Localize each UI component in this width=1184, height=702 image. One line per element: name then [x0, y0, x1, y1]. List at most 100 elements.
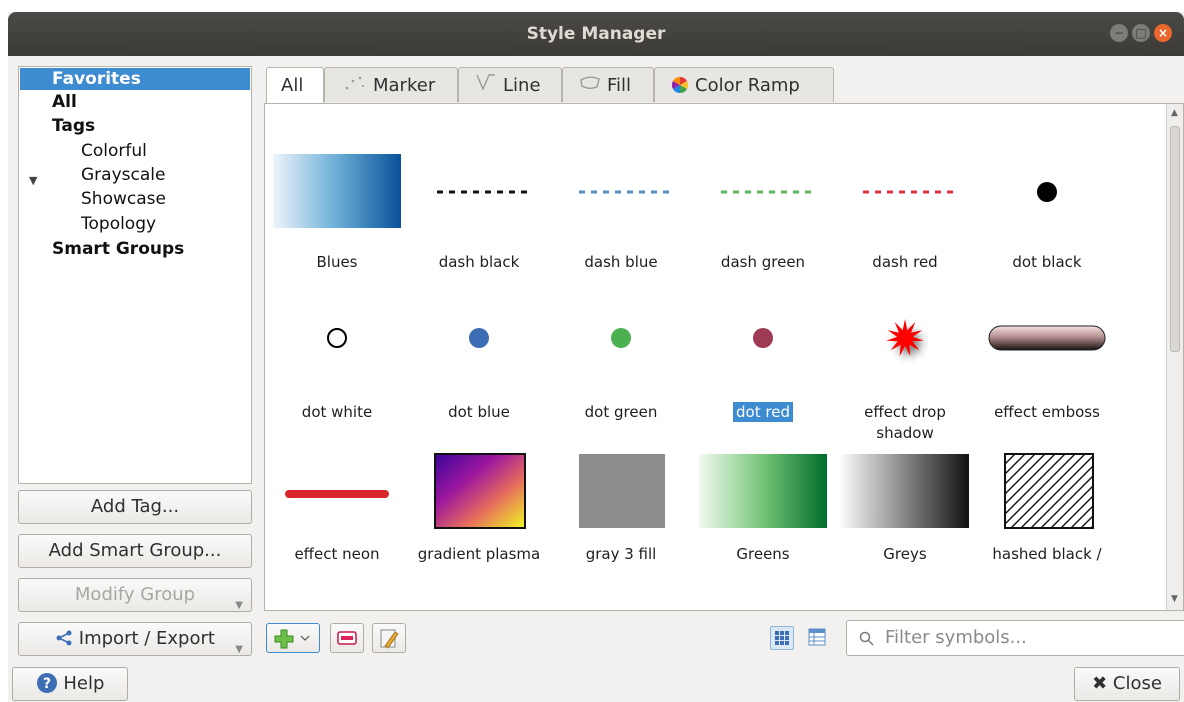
- tree-item-colorful[interactable]: Colorful: [81, 140, 147, 162]
- symbol-item[interactable]: dot red: [693, 266, 833, 426]
- expand-arrow-icon[interactable]: ▼: [29, 174, 37, 187]
- color-ramp-icon: [671, 68, 689, 104]
- symbol-item[interactable]: Blues: [267, 116, 407, 276]
- symbol-preview: [267, 266, 407, 386]
- symbol-item[interactable]: dash blue: [551, 116, 691, 276]
- symbol-preview: [693, 116, 833, 236]
- symbol-name: dot red: [733, 402, 793, 422]
- help-button[interactable]: ? Help: [12, 667, 128, 701]
- symbol-preview: [267, 436, 407, 556]
- symbol-item[interactable]: effect drop shadow: [835, 266, 975, 442]
- chevron-down-icon: ▼: [235, 600, 243, 611]
- symbol-label: effect emboss: [977, 402, 1117, 423]
- symbol-preview: [835, 116, 975, 236]
- help-label: Help: [63, 673, 105, 694]
- add-symbol-button[interactable]: [266, 623, 320, 653]
- symbol-preview: [977, 116, 1117, 236]
- tab-all-label: All: [281, 75, 304, 96]
- tree-item-showcase[interactable]: Showcase: [81, 188, 166, 210]
- title-bar: Style Manager − □ ×: [8, 12, 1184, 56]
- close-window-button[interactable]: ×: [1154, 24, 1172, 42]
- filter-symbols-input[interactable]: Filter symbols...: [846, 620, 1184, 656]
- symbol-item[interactable]: Greens: [693, 436, 833, 596]
- scrollbar-thumb[interactable]: [1170, 126, 1180, 352]
- tree-item-grayscale[interactable]: Grayscale: [81, 164, 165, 186]
- marker-icon: [343, 68, 367, 104]
- fill-icon: [579, 68, 601, 104]
- symbol-label: Greens: [693, 544, 833, 565]
- search-icon: [859, 631, 874, 646]
- symbol-item[interactable]: effect neon: [267, 436, 407, 596]
- symbol-name: Greens: [736, 545, 790, 563]
- symbol-item[interactable]: dash black: [409, 116, 549, 276]
- tab-line[interactable]: Line: [458, 67, 562, 102]
- add-smart-group-button[interactable]: Add Smart Group...: [18, 534, 252, 568]
- symbol-item[interactable]: dot black: [977, 116, 1117, 276]
- symbol-name: gray 3 fill: [585, 545, 657, 563]
- tree-item-favorites[interactable]: Favorites: [20, 68, 250, 90]
- close-label: Close: [1112, 673, 1162, 694]
- minimize-button[interactable]: −: [1110, 24, 1128, 42]
- symbol-item[interactable]: effect emboss: [977, 266, 1117, 426]
- symbol-preview: [977, 266, 1117, 386]
- symbol-label: dot red: [693, 402, 833, 423]
- window-title: Style Manager: [526, 24, 666, 44]
- symbol-item[interactable]: gradient plasma: [409, 436, 549, 596]
- symbol-label: dot green: [551, 402, 691, 423]
- icon-view-icon: [775, 631, 789, 645]
- modify-group-label: Modify Group: [74, 584, 196, 605]
- symbol-preview: [551, 266, 691, 386]
- symbol-label: dot white: [267, 402, 407, 423]
- tab-color-ramp-label: Color Ramp: [695, 75, 800, 96]
- modify-group-button[interactable]: Modify Group ▼: [18, 578, 252, 612]
- symbol-item[interactable]: hashed black /: [977, 436, 1117, 596]
- symbol-name: effect neon: [294, 545, 380, 563]
- symbol-label: hashed black /: [977, 544, 1117, 565]
- list-view-button[interactable]: [806, 626, 830, 650]
- symbol-preview: [409, 266, 549, 386]
- import-export-label: Import / Export: [78, 628, 215, 649]
- symbol-grid[interactable]: Blues dash black dash blue dash green dash r…: [264, 103, 1184, 611]
- group-tree[interactable]: Favorites All ▼ Tags Colorful Grayscale …: [18, 66, 252, 484]
- symbol-preview: [409, 436, 549, 556]
- tree-item-all[interactable]: All: [52, 91, 77, 113]
- symbol-item[interactable]: dot blue: [409, 266, 549, 426]
- list-view-icon: [808, 628, 826, 646]
- line-icon: [475, 68, 497, 104]
- symbol-item[interactable]: dash red: [835, 116, 975, 276]
- edit-symbol-button[interactable]: [372, 623, 406, 653]
- tree-item-topology[interactable]: Topology: [81, 213, 156, 235]
- scroll-down-icon[interactable]: ▼: [1171, 594, 1178, 604]
- maximize-button[interactable]: □: [1132, 24, 1150, 42]
- symbol-preview: [693, 436, 833, 556]
- symbol-item[interactable]: gray 3 fill: [551, 436, 691, 596]
- symbol-label: gray 3 fill: [551, 544, 691, 565]
- edit-symbol-icon: [380, 629, 399, 649]
- remove-symbol-button[interactable]: [330, 623, 364, 653]
- add-tag-button[interactable]: Add Tag...: [18, 490, 252, 524]
- tab-all[interactable]: All: [266, 67, 324, 104]
- vertical-scrollbar[interactable]: ▲ ▼: [1166, 104, 1183, 610]
- symbol-name: hashed black /: [992, 545, 1102, 563]
- tab-marker[interactable]: Marker: [324, 67, 458, 102]
- symbol-preview: [267, 116, 407, 236]
- tab-line-label: Line: [503, 75, 541, 96]
- symbol-name: effect emboss: [994, 403, 1100, 421]
- add-symbol-icon: [274, 629, 310, 649]
- tab-color-ramp[interactable]: Color Ramp: [654, 67, 834, 102]
- symbol-preview: [551, 116, 691, 236]
- close-button[interactable]: ✖ Close: [1074, 667, 1180, 701]
- symbol-preview: [409, 116, 549, 236]
- symbol-item[interactable]: dot white: [267, 266, 407, 426]
- import-export-button[interactable]: Import / Export ▼: [18, 622, 252, 656]
- symbol-item[interactable]: Greys: [835, 436, 975, 596]
- tree-item-tags[interactable]: Tags: [52, 115, 95, 137]
- symbol-name: gradient plasma: [417, 545, 541, 563]
- tab-fill[interactable]: Fill: [562, 67, 654, 102]
- symbol-name: dot green: [584, 403, 658, 421]
- symbol-item[interactable]: dot green: [551, 266, 691, 426]
- scroll-up-icon[interactable]: ▲: [1171, 108, 1178, 118]
- icon-view-button[interactable]: [770, 626, 794, 650]
- symbol-item[interactable]: dash green: [693, 116, 833, 276]
- tree-item-smart-groups[interactable]: Smart Groups: [52, 238, 184, 260]
